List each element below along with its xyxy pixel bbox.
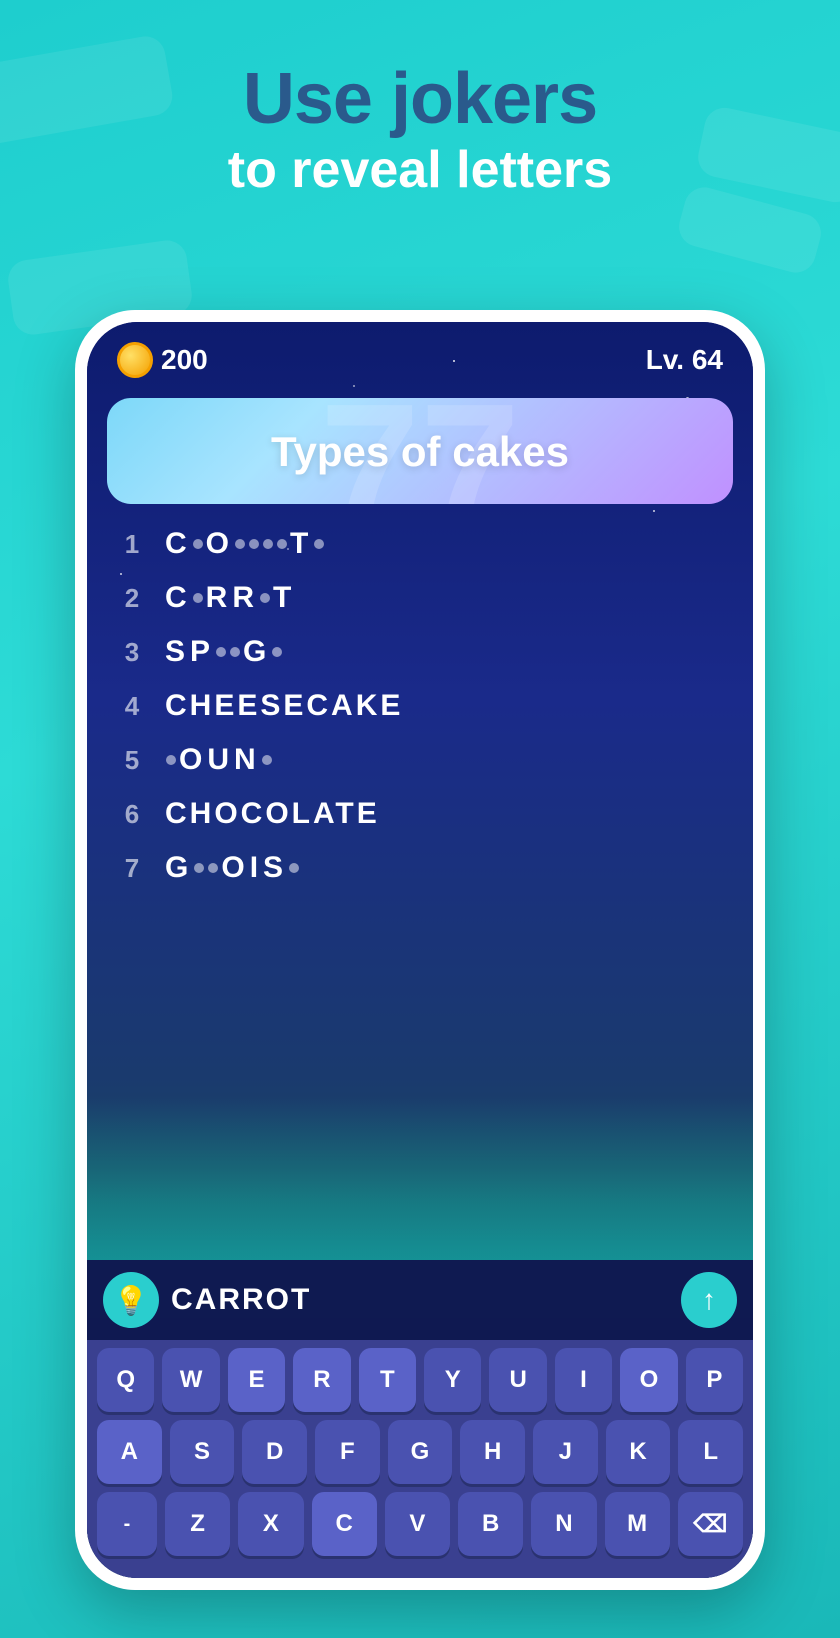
- key-T[interactable]: T: [359, 1348, 416, 1412]
- word-num-5: 5: [117, 745, 147, 776]
- key-M[interactable]: M: [605, 1492, 670, 1556]
- key-N[interactable]: N: [531, 1492, 596, 1556]
- text-input-row: 💡 ↑: [87, 1260, 753, 1340]
- word-num-6: 6: [117, 799, 147, 830]
- key-C[interactable]: C: [312, 1492, 377, 1556]
- top-bar: 200 Lv. 64: [87, 322, 753, 388]
- word-row-3: 3 SPG: [107, 627, 733, 677]
- coin-icon: [117, 342, 153, 378]
- arrow-up-icon: ↑: [702, 1284, 716, 1316]
- keyboard-row-2: A S D F G H J K L: [97, 1420, 743, 1484]
- word-row-1: 1 COT: [107, 519, 733, 569]
- key-S[interactable]: S: [170, 1420, 235, 1484]
- word-list: 1 COT 2 CRRT 3 SPG 4: [107, 519, 733, 893]
- key-J[interactable]: J: [533, 1420, 598, 1484]
- keyboard-row-1: Q W E R T Y U I O P: [97, 1348, 743, 1412]
- word-display-4: CHEESECAKE: [165, 689, 403, 723]
- answer-input[interactable]: [171, 1283, 669, 1317]
- input-area: 💡 ↑ Q W E R T Y U I O: [87, 1260, 753, 1578]
- word-display-7: GOIS: [165, 851, 300, 885]
- key-X[interactable]: X: [238, 1492, 303, 1556]
- category-title: Types of cakes: [127, 428, 713, 476]
- word-display-6: CHOCOLATE: [165, 797, 380, 831]
- coin-count: 200: [161, 344, 208, 376]
- word-row-2: 2 CRRT: [107, 573, 733, 623]
- key-I[interactable]: I: [555, 1348, 612, 1412]
- key-A[interactable]: A: [97, 1420, 162, 1484]
- key-E[interactable]: E: [228, 1348, 285, 1412]
- key-R[interactable]: R: [293, 1348, 350, 1412]
- key-B[interactable]: B: [458, 1492, 523, 1556]
- key-L[interactable]: L: [678, 1420, 743, 1484]
- key-H[interactable]: H: [460, 1420, 525, 1484]
- word-num-1: 1: [117, 529, 147, 560]
- word-num-4: 4: [117, 691, 147, 722]
- category-card: 77 Types of cakes: [107, 398, 733, 504]
- keyboard-row-3: - Z X C V B N M ⌫: [97, 1492, 743, 1556]
- phone-screen: 200 Lv. 64 77 Types of cakes 1 COT 2 CRR…: [87, 322, 753, 1578]
- word-row-7: 7 GOIS: [107, 843, 733, 893]
- level-display: Lv. 64: [646, 344, 723, 376]
- key-G[interactable]: G: [388, 1420, 453, 1484]
- key-dash[interactable]: -: [97, 1492, 157, 1556]
- word-display-3: SPG: [165, 635, 283, 669]
- key-D[interactable]: D: [242, 1420, 307, 1484]
- word-row-6: 6 CHOCOLATE: [107, 789, 733, 839]
- submit-button[interactable]: ↑: [681, 1272, 737, 1328]
- key-Q[interactable]: Q: [97, 1348, 154, 1412]
- lightbulb-icon: 💡: [114, 1284, 149, 1317]
- key-K[interactable]: K: [606, 1420, 671, 1484]
- word-display-5: OUN: [165, 743, 273, 777]
- word-row-5: 5 OUN: [107, 735, 733, 785]
- hint-button[interactable]: 💡: [103, 1272, 159, 1328]
- word-display-1: COT: [165, 527, 325, 561]
- keyboard: Q W E R T Y U I O P A S D F G: [87, 1340, 753, 1578]
- phone-frame: 200 Lv. 64 77 Types of cakes 1 COT 2 CRR…: [75, 310, 765, 1590]
- header-line2: to reveal letters: [0, 139, 840, 201]
- word-num-7: 7: [117, 853, 147, 884]
- key-O[interactable]: O: [620, 1348, 677, 1412]
- key-P[interactable]: P: [686, 1348, 743, 1412]
- word-num-3: 3: [117, 637, 147, 668]
- key-W[interactable]: W: [162, 1348, 219, 1412]
- word-row-4: 4 CHEESECAKE: [107, 681, 733, 731]
- key-U[interactable]: U: [489, 1348, 546, 1412]
- key-Y[interactable]: Y: [424, 1348, 481, 1412]
- key-backspace[interactable]: ⌫: [678, 1492, 743, 1556]
- key-Z[interactable]: Z: [165, 1492, 230, 1556]
- word-num-2: 2: [117, 583, 147, 614]
- header-line1: Use jokers: [0, 60, 840, 139]
- key-V[interactable]: V: [385, 1492, 450, 1556]
- coin-display: 200: [117, 342, 208, 378]
- header-area: Use jokers to reveal letters: [0, 60, 840, 202]
- key-F[interactable]: F: [315, 1420, 380, 1484]
- word-display-2: CRRT: [165, 581, 294, 615]
